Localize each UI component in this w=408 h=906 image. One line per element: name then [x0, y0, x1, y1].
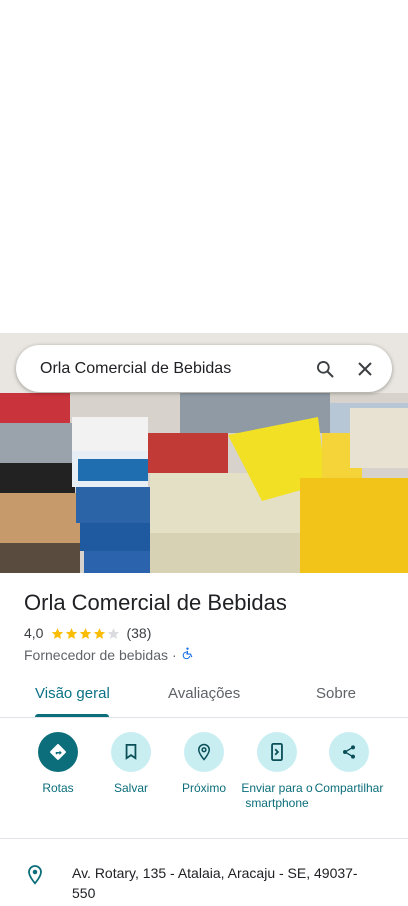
place-category: Fornecedor de bebidas	[24, 646, 168, 663]
send-to-phone-label: Enviar para o smartphone	[241, 781, 313, 810]
nearby-button[interactable]: Próximo	[166, 732, 242, 796]
rating-stars	[51, 627, 121, 640]
address-text: Av. Rotary, 135 - Atalaia, Aracaju - SE,…	[72, 865, 358, 901]
rating-value: 4,0	[24, 625, 44, 641]
directions-icon[interactable]	[38, 732, 78, 772]
directions-label: Rotas	[42, 781, 74, 795]
star-icon	[66, 627, 78, 639]
tab-reviews[interactable]: Avaliações	[168, 685, 240, 702]
close-icon[interactable]	[352, 356, 378, 382]
save-button[interactable]: Salvar	[93, 732, 169, 796]
location-pin-icon	[26, 864, 44, 891]
star-empty-icon	[108, 627, 120, 639]
separator-dot: ·	[172, 646, 177, 663]
wheelchair-icon	[181, 646, 194, 663]
search-icon[interactable]	[312, 356, 338, 382]
star-icon	[80, 627, 92, 639]
tab-about[interactable]: Sobre	[316, 685, 356, 702]
star-icon	[94, 627, 106, 639]
tab-indicator	[35, 714, 109, 717]
star-icon	[52, 627, 64, 639]
tab-overview[interactable]: Visão geral	[35, 685, 110, 702]
tab-bar: Visão geral Avaliações Sobre	[0, 676, 408, 718]
share-button[interactable]: Compartilhar	[311, 732, 387, 796]
nearby-label: Próximo	[181, 781, 226, 795]
reviews-count: (38)	[126, 625, 152, 641]
save-label: Salvar	[113, 781, 148, 795]
directions-button[interactable]: Rotas	[20, 732, 96, 796]
empty-map-area	[0, 0, 408, 333]
search-bar[interactable]: Orla Comercial de Bebidas	[16, 345, 392, 392]
share-label: Compartilhar	[314, 781, 384, 795]
divider	[0, 838, 408, 839]
category-row: Fornecedor de bebidas ·	[24, 646, 194, 663]
send-to-phone-icon[interactable]	[257, 732, 297, 772]
place-title: Orla Comercial de Bebidas	[24, 590, 287, 615]
rating-row[interactable]: 4,0 (38)	[24, 625, 151, 641]
share-icon[interactable]	[329, 732, 369, 772]
nearby-icon[interactable]	[184, 732, 224, 772]
bookmark-icon[interactable]	[111, 732, 151, 772]
send-to-phone-button[interactable]: Enviar para o smartphone	[239, 732, 315, 811]
search-input[interactable]: Orla Comercial de Bebidas	[40, 360, 298, 378]
action-buttons: Rotas Salvar Próximo Enviar para o smart…	[0, 732, 408, 832]
